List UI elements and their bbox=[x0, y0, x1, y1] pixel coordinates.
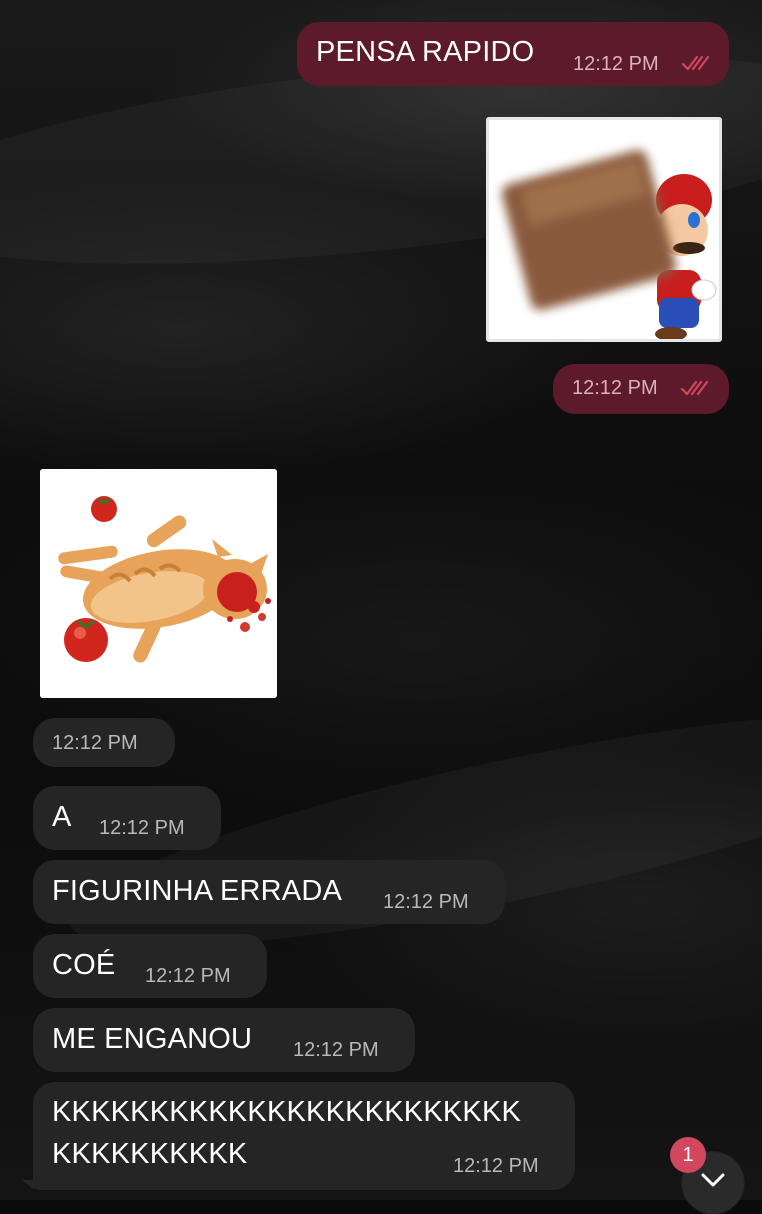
mario-brick-image bbox=[489, 120, 719, 339]
chevron-down-icon bbox=[701, 1173, 725, 1187]
unread-count-badge: 1 bbox=[670, 1137, 706, 1173]
message-text-line-1: KKKKKKKKKKKKKKKKKKKKKKKK bbox=[52, 1096, 522, 1128]
message-time: 12:12 PM bbox=[145, 965, 231, 987]
message-text: ME ENGANOU bbox=[52, 1023, 253, 1055]
message-text: COÉ bbox=[52, 949, 116, 981]
incoming-message-bubble[interactable]: ME ENGANOU 12:12 PM bbox=[33, 1008, 415, 1072]
message-time: 12:12 PM bbox=[573, 53, 659, 75]
double-check-icon bbox=[681, 55, 710, 71]
outgoing-message-bubble[interactable]: 12:12 PM bbox=[553, 364, 729, 414]
message-text: PENSA RAPIDO bbox=[316, 36, 535, 68]
message-text: A bbox=[52, 801, 72, 833]
message-time: 12:12 PM bbox=[383, 891, 469, 913]
double-check-icon bbox=[680, 380, 709, 396]
message-text: FIGURINHA ERRADA bbox=[52, 875, 343, 907]
message-time: 12:12 PM bbox=[293, 1039, 379, 1061]
message-text-line-2: KKKKKKKKKK bbox=[52, 1138, 248, 1170]
incoming-message-bubble[interactable]: KKKKKKKKKKKKKKKKKKKKKKKK KKKKKKKKKK 12:1… bbox=[33, 1082, 575, 1190]
incoming-message-bubble[interactable]: 12:12 PM bbox=[33, 718, 175, 767]
bubble-tail bbox=[22, 1180, 34, 1190]
message-time: 12:12 PM bbox=[453, 1155, 539, 1177]
incoming-message-bubble[interactable]: COÉ 12:12 PM bbox=[33, 934, 267, 998]
cat-tomato-image bbox=[40, 469, 277, 698]
mario-brick-sticker[interactable] bbox=[486, 117, 722, 342]
incoming-message-bubble[interactable]: FIGURINHA ERRADA 12:12 PM bbox=[33, 860, 505, 924]
message-time: 12:12 PM bbox=[572, 377, 658, 399]
outgoing-message-bubble[interactable]: PENSA RAPIDO 12:12 PM bbox=[297, 22, 729, 86]
message-time: 12:12 PM bbox=[52, 732, 138, 754]
cat-tomato-sticker[interactable] bbox=[40, 469, 277, 698]
incoming-message-bubble[interactable]: A 12:12 PM bbox=[33, 786, 221, 850]
message-time: 12:12 PM bbox=[99, 817, 185, 839]
